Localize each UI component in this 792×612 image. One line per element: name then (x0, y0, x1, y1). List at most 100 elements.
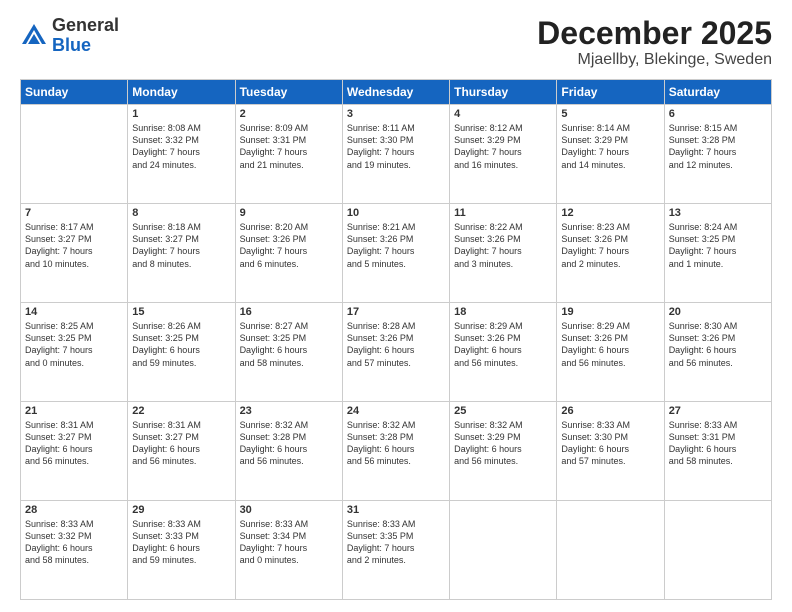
calendar-day-cell: 23Sunrise: 8:32 AM Sunset: 3:28 PM Dayli… (235, 402, 342, 501)
calendar-day-cell: 10 Sunrise: 8:21 AM Sunset: 3:26 PM Dayli… (342, 204, 449, 303)
calendar-day-cell: 16 Sunrise: 8:27 AM Sunset: 3:25 PM Dayli… (235, 303, 342, 402)
day-number: 30 (240, 504, 338, 516)
day-info: Sunrise: 8:21 AM Sunset: 3:26 PM Dayligh… (347, 221, 445, 270)
calendar-week-row: 28Sunrise: 8:33 AM Sunset: 3:32 PM Dayli… (21, 501, 772, 600)
calendar-day-cell: 3 Sunrise: 8:11 AM Sunset: 3:30 PM Daylig… (342, 105, 449, 204)
calendar-day-cell: 31Sunrise: 8:33 AM Sunset: 3:35 PM Dayli… (342, 501, 449, 600)
calendar-day-cell: 14 Sunrise: 8:25 AM Sunset: 3:25 PM Dayli… (21, 303, 128, 402)
day-number: 18 (454, 306, 552, 318)
day-info: Sunrise: 8:12 AM Sunset: 3:29 PM Dayligh… (454, 122, 552, 171)
calendar-header-row: SundayMondayTuesdayWednesdayThursdayFrid… (21, 80, 772, 105)
day-number: 13 (669, 207, 767, 219)
day-number: 2 (240, 108, 338, 120)
day-of-week-header: Sunday (21, 80, 128, 105)
day-number: 15 (132, 306, 230, 318)
calendar-day-cell: 6Sunrise: 8:15 AM Sunset: 3:28 PM Daylig… (664, 105, 771, 204)
calendar-day-cell: 22 Sunrise: 8:31 AM Sunset: 3:27 PM Dayli… (128, 402, 235, 501)
day-number: 4 (454, 108, 552, 120)
day-number: 21 (25, 405, 123, 417)
calendar-week-row: 1Sunrise: 8:08 AM Sunset: 3:32 PM Daylig… (21, 105, 772, 204)
logo-blue: Blue (52, 35, 91, 55)
day-info: Sunrise: 8:32 AM Sunset: 3:28 PM Dayligh… (347, 419, 445, 468)
calendar-day-cell (557, 501, 664, 600)
title-block: December 2025 Mjaellby, Blekinge, Sweden (537, 16, 772, 69)
day-number: 29 (132, 504, 230, 516)
calendar-day-cell: 9Sunrise: 8:20 AM Sunset: 3:26 PM Daylig… (235, 204, 342, 303)
day-number: 5 (561, 108, 659, 120)
day-info: Sunrise: 8:30 AM Sunset: 3:26 PM Dayligh… (669, 320, 767, 369)
calendar-day-cell: 28Sunrise: 8:33 AM Sunset: 3:32 PM Dayli… (21, 501, 128, 600)
calendar-day-cell: 27Sunrise: 8:33 AM Sunset: 3:31 PM Dayli… (664, 402, 771, 501)
page: General Blue December 2025 Mjaellby, Ble… (0, 0, 792, 612)
calendar-day-cell: 13 Sunrise: 8:24 AM Sunset: 3:25 PM Dayli… (664, 204, 771, 303)
header: General Blue December 2025 Mjaellby, Ble… (20, 16, 772, 69)
day-number: 19 (561, 306, 659, 318)
calendar-day-cell (450, 501, 557, 600)
calendar-day-cell: 30 Sunrise: 8:33 AM Sunset: 3:34 PM Dayli… (235, 501, 342, 600)
day-number: 12 (561, 207, 659, 219)
day-info: Sunrise: 8:33 AM Sunset: 3:34 PM Dayligh… (240, 518, 338, 567)
calendar-day-cell: 18 Sunrise: 8:29 AM Sunset: 3:26 PM Dayli… (450, 303, 557, 402)
day-info: Sunrise: 8:24 AM Sunset: 3:25 PM Dayligh… (669, 221, 767, 270)
day-info: Sunrise: 8:32 AM Sunset: 3:28 PM Dayligh… (240, 419, 338, 468)
day-info: Sunrise: 8:29 AM Sunset: 3:26 PM Dayligh… (561, 320, 659, 369)
day-number: 24 (347, 405, 445, 417)
day-number: 31 (347, 504, 445, 516)
calendar-day-cell: 17 Sunrise: 8:28 AM Sunset: 3:26 PM Dayli… (342, 303, 449, 402)
day-number: 17 (347, 306, 445, 318)
day-number: 1 (132, 108, 230, 120)
day-number: 16 (240, 306, 338, 318)
day-info: Sunrise: 8:33 AM Sunset: 3:33 PM Dayligh… (132, 518, 230, 567)
calendar-week-row: 14 Sunrise: 8:25 AM Sunset: 3:25 PM Dayli… (21, 303, 772, 402)
logo-icon (20, 22, 48, 50)
day-number: 7 (25, 207, 123, 219)
day-of-week-header: Friday (557, 80, 664, 105)
day-number: 8 (132, 207, 230, 219)
day-info: Sunrise: 8:15 AM Sunset: 3:28 PM Dayligh… (669, 122, 767, 171)
day-info: Sunrise: 8:29 AM Sunset: 3:26 PM Dayligh… (454, 320, 552, 369)
calendar-day-cell: 25Sunrise: 8:32 AM Sunset: 3:29 PM Dayli… (450, 402, 557, 501)
calendar-day-cell: 21 Sunrise: 8:31 AM Sunset: 3:27 PM Dayli… (21, 402, 128, 501)
day-info: Sunrise: 8:33 AM Sunset: 3:30 PM Dayligh… (561, 419, 659, 468)
location: Mjaellby, Blekinge, Sweden (537, 51, 772, 69)
calendar-day-cell: 8 Sunrise: 8:18 AM Sunset: 3:27 PM Daylig… (128, 204, 235, 303)
day-number: 9 (240, 207, 338, 219)
calendar-week-row: 21 Sunrise: 8:31 AM Sunset: 3:27 PM Dayli… (21, 402, 772, 501)
calendar-day-cell: 4 Sunrise: 8:12 AM Sunset: 3:29 PM Daylig… (450, 105, 557, 204)
day-number: 26 (561, 405, 659, 417)
day-info: Sunrise: 8:33 AM Sunset: 3:31 PM Dayligh… (669, 419, 767, 468)
day-of-week-header: Saturday (664, 80, 771, 105)
day-of-week-header: Tuesday (235, 80, 342, 105)
day-info: Sunrise: 8:23 AM Sunset: 3:26 PM Dayligh… (561, 221, 659, 270)
calendar-day-cell: 2 Sunrise: 8:09 AM Sunset: 3:31 PM Daylig… (235, 105, 342, 204)
day-number: 22 (132, 405, 230, 417)
calendar-day-cell: 1Sunrise: 8:08 AM Sunset: 3:32 PM Daylig… (128, 105, 235, 204)
calendar-day-cell: 26 Sunrise: 8:33 AM Sunset: 3:30 PM Dayli… (557, 402, 664, 501)
day-of-week-header: Wednesday (342, 80, 449, 105)
calendar-day-cell: 7 Sunrise: 8:17 AM Sunset: 3:27 PM Daylig… (21, 204, 128, 303)
day-info: Sunrise: 8:31 AM Sunset: 3:27 PM Dayligh… (132, 419, 230, 468)
day-info: Sunrise: 8:25 AM Sunset: 3:25 PM Dayligh… (25, 320, 123, 369)
day-info: Sunrise: 8:11 AM Sunset: 3:30 PM Dayligh… (347, 122, 445, 171)
day-info: Sunrise: 8:22 AM Sunset: 3:26 PM Dayligh… (454, 221, 552, 270)
day-info: Sunrise: 8:33 AM Sunset: 3:32 PM Dayligh… (25, 518, 123, 567)
day-number: 25 (454, 405, 552, 417)
day-info: Sunrise: 8:27 AM Sunset: 3:25 PM Dayligh… (240, 320, 338, 369)
day-info: Sunrise: 8:09 AM Sunset: 3:31 PM Dayligh… (240, 122, 338, 171)
calendar-day-cell: 12 Sunrise: 8:23 AM Sunset: 3:26 PM Dayli… (557, 204, 664, 303)
day-info: Sunrise: 8:14 AM Sunset: 3:29 PM Dayligh… (561, 122, 659, 171)
calendar-day-cell: 19 Sunrise: 8:29 AM Sunset: 3:26 PM Dayli… (557, 303, 664, 402)
calendar-day-cell: 5 Sunrise: 8:14 AM Sunset: 3:29 PM Daylig… (557, 105, 664, 204)
day-number: 3 (347, 108, 445, 120)
month-title: December 2025 (537, 16, 772, 51)
day-number: 20 (669, 306, 767, 318)
day-number: 14 (25, 306, 123, 318)
day-info: Sunrise: 8:28 AM Sunset: 3:26 PM Dayligh… (347, 320, 445, 369)
day-info: Sunrise: 8:17 AM Sunset: 3:27 PM Dayligh… (25, 221, 123, 270)
day-info: Sunrise: 8:31 AM Sunset: 3:27 PM Dayligh… (25, 419, 123, 468)
day-number: 10 (347, 207, 445, 219)
calendar-day-cell: 15Sunrise: 8:26 AM Sunset: 3:25 PM Dayli… (128, 303, 235, 402)
day-info: Sunrise: 8:18 AM Sunset: 3:27 PM Dayligh… (132, 221, 230, 270)
logo-general: General (52, 15, 119, 35)
calendar-day-cell: 24 Sunrise: 8:32 AM Sunset: 3:28 PM Dayli… (342, 402, 449, 501)
